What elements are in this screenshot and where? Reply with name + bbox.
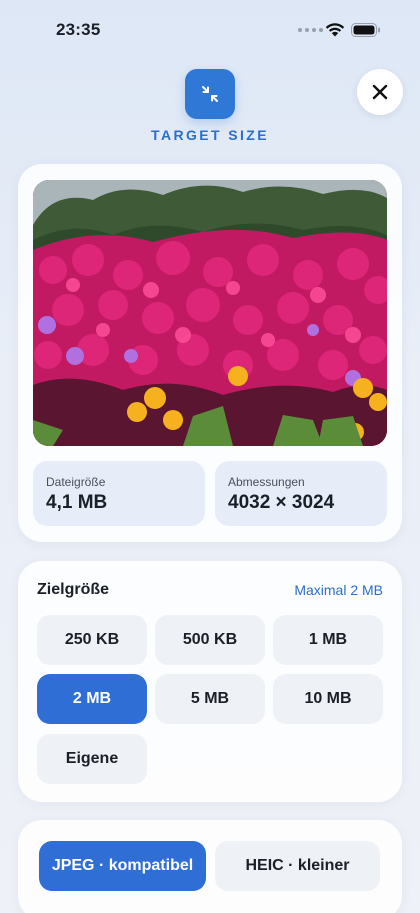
page-title: TARGET SIZE bbox=[151, 127, 269, 143]
size-option-10mb[interactable]: 10 MB bbox=[273, 674, 383, 724]
size-option-2mb[interactable]: 2 MB bbox=[37, 674, 147, 724]
close-button[interactable] bbox=[357, 69, 403, 115]
size-option-500kb[interactable]: 500 KB bbox=[155, 615, 265, 665]
photo-preview[interactable] bbox=[33, 180, 387, 446]
dimensions-stat: Abmessungen 4032 × 3024 bbox=[215, 461, 387, 526]
status-bar: 23:35 bbox=[0, 0, 420, 56]
status-time: 23:35 bbox=[56, 20, 101, 39]
battery-icon bbox=[351, 23, 380, 37]
size-option-250kb[interactable]: 250 KB bbox=[37, 615, 147, 665]
cellular-signal-icon bbox=[298, 28, 323, 32]
target-size-hint: Maximal 2 MB bbox=[294, 582, 383, 598]
file-size-label: Dateigröße bbox=[46, 475, 106, 489]
dimensions-value: 4032 × 3024 bbox=[228, 492, 335, 513]
dimensions-label: Abmessungen bbox=[228, 475, 305, 489]
format-jpeg-button[interactable]: JPEG · kompatibel bbox=[39, 841, 206, 891]
size-option-5mb[interactable]: 5 MB bbox=[155, 674, 265, 724]
image-info-card: Dateigröße 4,1 MB Abmessungen 4032 × 302… bbox=[18, 164, 402, 542]
compress-icon bbox=[185, 69, 235, 119]
format-heic-button[interactable]: HEIC · kleiner bbox=[215, 841, 380, 891]
format-card: JPEG · kompatibel HEIC · kleiner bbox=[18, 820, 402, 913]
file-size-value: 4,1 MB bbox=[46, 492, 108, 513]
size-option-custom[interactable]: Eigene bbox=[37, 734, 147, 784]
size-option-1mb[interactable]: 1 MB bbox=[273, 615, 383, 665]
target-size-card: Zielgröße Maximal 2 MB 250 KB 500 KB 1 M… bbox=[18, 561, 402, 802]
close-icon bbox=[372, 84, 388, 100]
wifi-icon bbox=[325, 23, 345, 37]
file-size-stat: Dateigröße 4,1 MB bbox=[33, 461, 205, 526]
target-size-title: Zielgröße bbox=[37, 581, 110, 598]
